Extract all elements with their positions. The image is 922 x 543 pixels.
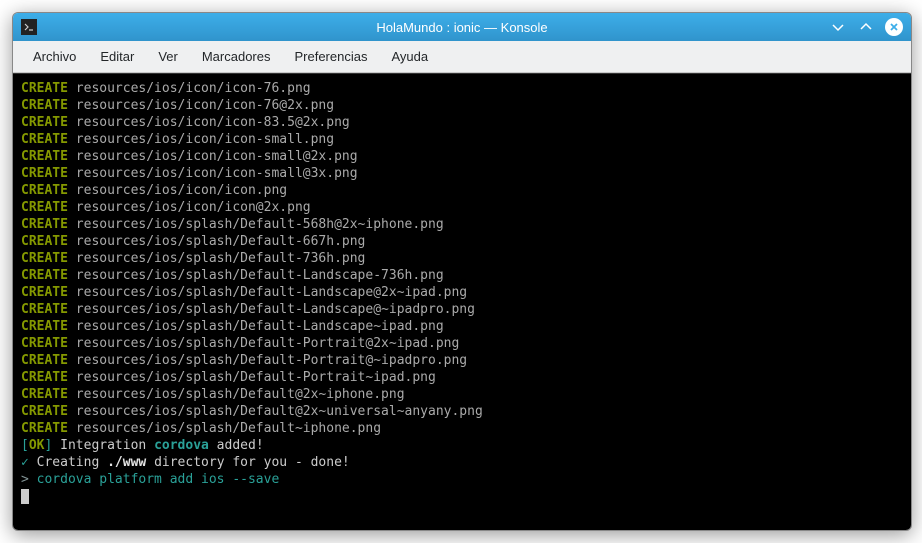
output-line: CREATE resources/ios/splash/Default@2x~u…: [21, 403, 903, 420]
window-title: HolaMundo : ionic — Konsole: [376, 20, 547, 35]
output-line: CREATE resources/ios/splash/Default-736h…: [21, 250, 903, 267]
output-line: CREATE resources/ios/splash/Default-667h…: [21, 233, 903, 250]
output-line: CREATE resources/ios/splash/Default~ipho…: [21, 420, 903, 437]
output-line: CREATE resources/ios/splash/Default-Port…: [21, 369, 903, 386]
menu-editar[interactable]: Editar: [88, 45, 146, 68]
minimize-button[interactable]: [829, 18, 847, 36]
menu-preferencias[interactable]: Preferencias: [282, 45, 379, 68]
app-icon: [21, 19, 37, 35]
output-line: CREATE resources/ios/splash/Default-568h…: [21, 216, 903, 233]
output-line: CREATE resources/ios/icon/icon-small@3x.…: [21, 165, 903, 182]
menu-archivo[interactable]: Archivo: [21, 45, 88, 68]
output-line: CREATE resources/ios/splash/Default-Land…: [21, 301, 903, 318]
menubar: Archivo Editar Ver Marcadores Preferenci…: [13, 41, 911, 73]
ok-line: [OK] Integration cordova added!: [21, 437, 903, 454]
cursor-line: [21, 488, 903, 505]
menu-ayuda[interactable]: Ayuda: [379, 45, 440, 68]
menu-ver[interactable]: Ver: [146, 45, 190, 68]
output-line: CREATE resources/ios/icon/icon.png: [21, 182, 903, 199]
output-line: CREATE resources/ios/splash/Default-Land…: [21, 267, 903, 284]
terminal-output[interactable]: CREATE resources/ios/icon/icon-76.pngCRE…: [13, 73, 911, 530]
output-line: CREATE resources/ios/splash/Default-Land…: [21, 318, 903, 335]
output-line: CREATE resources/ios/icon/icon@2x.png: [21, 199, 903, 216]
maximize-button[interactable]: [857, 18, 875, 36]
output-line: CREATE resources/ios/icon/icon-small.png: [21, 131, 903, 148]
command-line: > cordova platform add ios --save: [21, 471, 903, 488]
titlebar[interactable]: HolaMundo : ionic — Konsole: [13, 13, 911, 41]
output-line: CREATE resources/ios/icon/icon-83.5@2x.p…: [21, 114, 903, 131]
creating-line: ✓ Creating ./www directory for you - don…: [21, 454, 903, 471]
output-line: CREATE resources/ios/icon/icon-76.png: [21, 80, 903, 97]
window-controls: [829, 18, 903, 36]
menu-marcadores[interactable]: Marcadores: [190, 45, 283, 68]
output-line: CREATE resources/ios/splash/Default@2x~i…: [21, 386, 903, 403]
close-button[interactable]: [885, 18, 903, 36]
cursor: [21, 489, 29, 504]
output-line: CREATE resources/ios/splash/Default-Port…: [21, 335, 903, 352]
output-line: CREATE resources/ios/icon/icon-small@2x.…: [21, 148, 903, 165]
output-line: CREATE resources/ios/icon/icon-76@2x.png: [21, 97, 903, 114]
output-line: CREATE resources/ios/splash/Default-Land…: [21, 284, 903, 301]
output-line: CREATE resources/ios/splash/Default-Port…: [21, 352, 903, 369]
konsole-window: HolaMundo : ionic — Konsole Archivo Edit…: [12, 12, 912, 531]
